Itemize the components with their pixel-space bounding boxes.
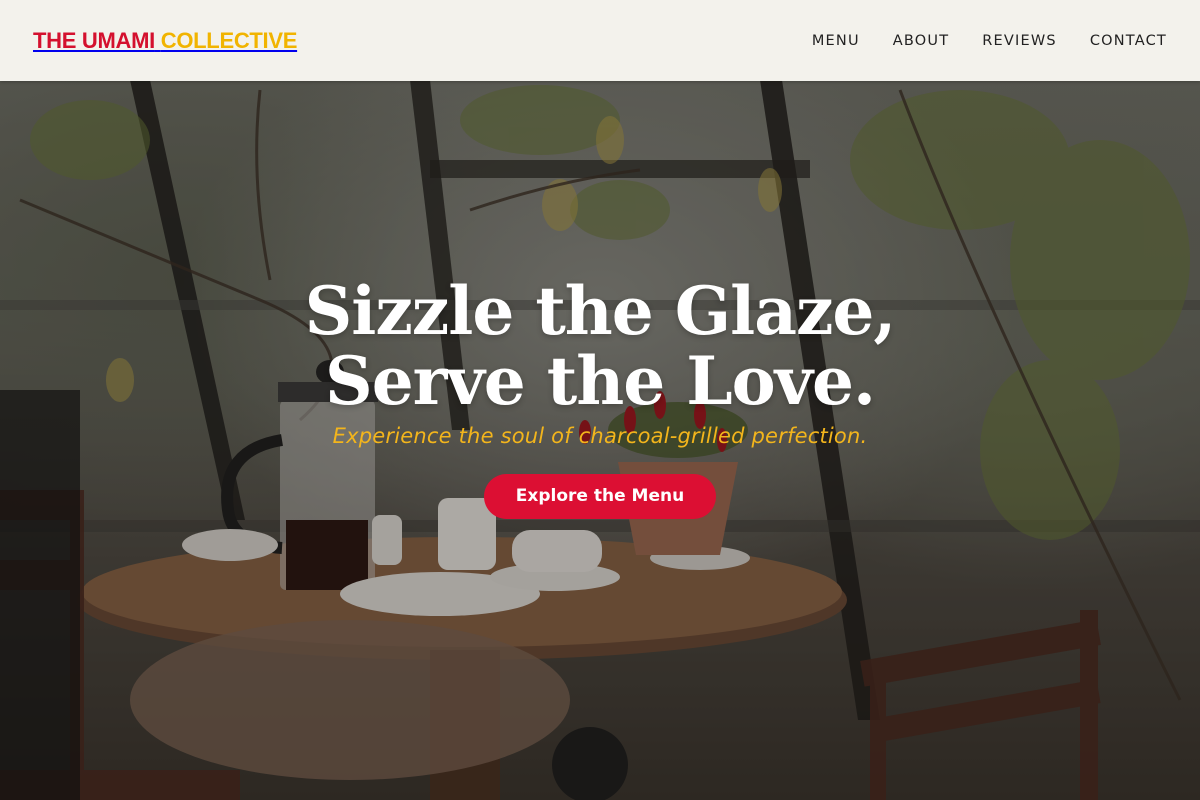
main-nav: MENU ABOUT REVIEWS CONTACT <box>812 33 1167 49</box>
nav-item-reviews[interactable]: REVIEWS <box>982 33 1057 49</box>
brand-name-part2: COLLECTIVE <box>160 27 298 53</box>
brand-logo[interactable]: THE UMAMI COLLECTIVE <box>33 28 297 54</box>
hero-headline-line2: Serve the Love. <box>325 342 876 420</box>
hero-headline-line1: Sizzle the Glaze, <box>304 272 897 350</box>
site-header: THE UMAMI COLLECTIVE MENU ABOUT REVIEWS … <box>0 0 1200 81</box>
hero-headline: Sizzle the Glaze, Serve the Love. <box>0 276 1200 416</box>
nav-item-contact[interactable]: CONTACT <box>1090 33 1167 49</box>
nav-item-menu[interactable]: MENU <box>812 33 860 49</box>
hero-tagline: Experience the soul of charcoal-grilled … <box>332 424 868 448</box>
nav-item-about[interactable]: ABOUT <box>893 33 950 49</box>
explore-menu-button[interactable]: Explore the Menu <box>483 474 717 519</box>
brand-name-part1: THE UMAMI <box>33 27 155 53</box>
hero-content: Sizzle the Glaze, Serve the Love. Experi… <box>0 276 1200 519</box>
